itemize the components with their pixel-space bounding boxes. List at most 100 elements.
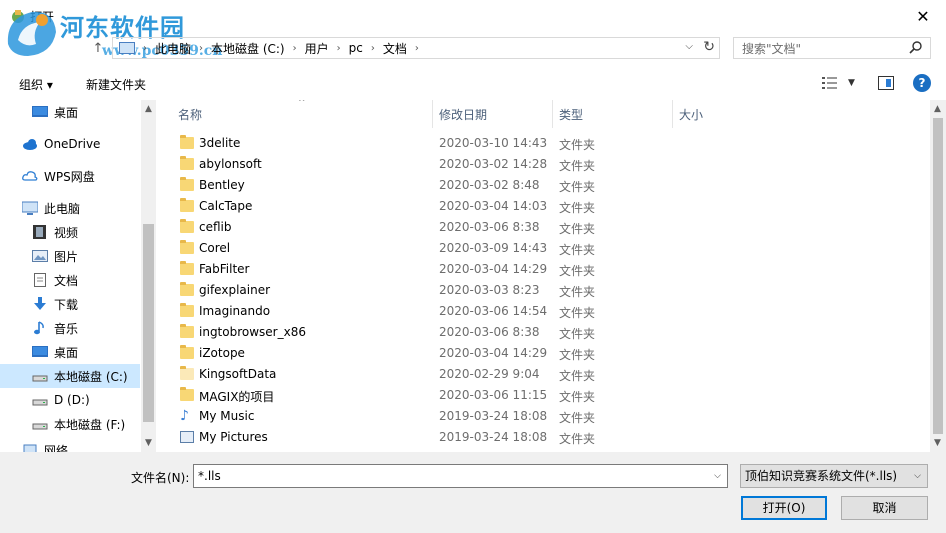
chevron-down-icon[interactable]: ⌵	[685, 41, 693, 52]
file-date: 2020-03-04 14:29	[439, 262, 548, 276]
search-input[interactable]: 搜索"文档"	[733, 37, 931, 59]
folder-icon	[180, 240, 194, 254]
file-list-scrollbar[interactable]: ▲ ▼	[930, 100, 946, 452]
folder-icon	[180, 135, 194, 149]
column-header-date[interactable]: 修改日期	[439, 100, 487, 128]
help-icon[interactable]: ?	[913, 74, 931, 92]
file-row[interactable]: ♪ My Music 2019-03-24 18:08 文件夹	[170, 406, 930, 427]
file-type: 文件夹	[559, 138, 596, 152]
chevron-right-icon[interactable]: ›	[371, 43, 375, 54]
chevron-right-icon[interactable]: ›	[415, 43, 419, 54]
nav-item[interactable]: 桌面	[0, 100, 140, 124]
column-header-name[interactable]: 名称	[178, 100, 202, 128]
nav-item[interactable]: 本地磁盘 (F:)	[0, 412, 140, 436]
file-row[interactable]: abylonsoft 2020-03-02 14:28 文件夹	[170, 154, 930, 175]
file-type: 文件夹	[559, 411, 596, 425]
cancel-button[interactable]: 取消	[841, 496, 928, 520]
nav-item[interactable]: 本地磁盘 (C:)	[0, 364, 140, 388]
chevron-right-icon[interactable]: ›	[293, 43, 297, 54]
nav-item[interactable]: 图片	[0, 244, 140, 268]
file-type: 文件夹	[559, 201, 596, 215]
chevron-down-icon[interactable]: ⌵	[914, 465, 921, 487]
file-type-select[interactable]: 顶伯知识竞赛系统文件(*.lls) ⌵	[740, 464, 928, 488]
scroll-down-icon[interactable]: ▼	[141, 438, 156, 448]
open-button[interactable]: 打开(O)	[741, 496, 827, 520]
scroll-up-icon[interactable]: ▲	[930, 104, 945, 114]
up-button[interactable]: ↑	[86, 38, 110, 58]
column-divider[interactable]	[672, 100, 673, 128]
file-type: 文件夹	[559, 327, 596, 341]
column-divider[interactable]	[432, 100, 433, 128]
breadcrumb-documents[interactable]: 文档	[383, 38, 407, 58]
nav-item-label: 桌面	[54, 345, 79, 360]
pictures-folder-icon	[180, 431, 194, 443]
file-list-scroll-thumb[interactable]	[933, 118, 943, 434]
view-options-icon[interactable]	[822, 76, 838, 90]
nav-item[interactable]: 视频	[0, 220, 140, 244]
file-row[interactable]: FabFilter 2020-03-04 14:29 文件夹	[170, 259, 930, 280]
refresh-icon[interactable]: ↻	[703, 39, 715, 55]
nav-item[interactable]: 文档	[0, 268, 140, 292]
music-folder-icon: ♪	[180, 408, 189, 424]
cloud-icon	[22, 137, 38, 151]
column-header-size[interactable]: 大小	[679, 100, 703, 128]
chevron-down-icon[interactable]: ⌵	[714, 465, 721, 487]
column-divider[interactable]	[552, 100, 553, 128]
file-name: Imaginando	[199, 304, 271, 318]
network-icon	[22, 443, 38, 452]
nav-item[interactable]: 桌面	[0, 340, 140, 364]
nav-item[interactable]: 下载	[0, 292, 140, 316]
file-row[interactable]: My Pictures 2019-03-24 18:08 文件夹	[170, 427, 930, 448]
file-row[interactable]: iZotope 2020-03-04 14:29 文件夹	[170, 343, 930, 364]
file-name: CalcTape	[199, 199, 253, 213]
file-row[interactable]: ingtobrowser_x86 2020-03-06 8:38 文件夹	[170, 322, 930, 343]
file-row[interactable]: MAGIX的项目 2020-03-06 11:15 文件夹	[170, 385, 930, 406]
preview-pane-icon[interactable]	[878, 76, 894, 90]
nav-item[interactable]: 此电脑	[0, 196, 140, 220]
breadcrumb-pc[interactable]: pc	[349, 38, 363, 58]
address-bar[interactable]: › 此电脑 › 本地磁盘 (C:) › 用户 › pc › 文档 › ⌵ ↻	[112, 37, 720, 59]
file-date: 2020-03-06 11:15	[439, 388, 548, 402]
file-row[interactable]: ceflib 2020-03-06 8:38 文件夹	[170, 217, 930, 238]
file-row[interactable]: Corel 2020-03-09 14:43 文件夹	[170, 238, 930, 259]
nav-item-label: 文档	[54, 273, 79, 288]
file-type: 文件夹	[559, 390, 596, 404]
file-row[interactable]: 3delite 2020-03-10 14:43 文件夹	[170, 133, 930, 154]
nav-item[interactable]: WPS网盘	[0, 164, 140, 188]
chevron-down-icon[interactable]: ▼	[848, 78, 855, 88]
file-date: 2019-03-24 18:08	[439, 430, 548, 444]
file-row[interactable]: KingsoftData 2020-02-29 9:04 文件夹	[170, 364, 930, 385]
nav-scroll-thumb[interactable]	[143, 224, 154, 422]
file-name: 3delite	[199, 136, 241, 150]
breadcrumb-users[interactable]: 用户	[305, 38, 329, 58]
new-folder-button[interactable]: 新建文件夹	[86, 76, 146, 93]
file-type: 文件夹	[559, 264, 596, 278]
chevron-right-icon[interactable]: ›	[199, 43, 203, 54]
nav-scrollbar[interactable]: ▲ ▼	[141, 100, 156, 452]
breadcrumb-drive-c[interactable]: 本地磁盘 (C:)	[211, 38, 285, 58]
scroll-up-icon[interactable]: ▲	[141, 104, 156, 114]
column-header-type[interactable]: 类型	[559, 100, 583, 128]
scroll-down-icon[interactable]: ▼	[930, 438, 945, 448]
chevron-right-icon[interactable]: ›	[337, 43, 341, 54]
file-name: abylonsoft	[199, 157, 262, 171]
folder-icon	[180, 324, 194, 338]
breadcrumb-this-pc[interactable]: 此电脑	[155, 38, 191, 58]
close-button[interactable]: ✕	[900, 0, 946, 32]
file-date: 2020-02-29 9:04	[439, 367, 540, 381]
file-row[interactable]: Bentley 2020-03-02 8:48 文件夹	[170, 175, 930, 196]
file-name: FabFilter	[199, 262, 250, 276]
file-row[interactable]: Imaginando 2020-03-06 14:54 文件夹	[170, 301, 930, 322]
filename-input[interactable]: *.lls ⌵	[193, 464, 728, 488]
nav-item-label: 视频	[54, 225, 79, 240]
organize-button[interactable]: 组织 ▾	[19, 76, 53, 93]
nav-item[interactable]: 网络	[0, 438, 140, 452]
nav-item[interactable]: OneDrive	[0, 132, 140, 156]
nav-item[interactable]: D (D:)	[0, 388, 140, 412]
search-icon[interactable]	[908, 40, 924, 56]
file-date: 2019-03-24 18:08	[439, 409, 548, 423]
file-name: My Music	[199, 409, 255, 423]
file-row[interactable]: gifexplainer 2020-03-03 8:23 文件夹	[170, 280, 930, 301]
nav-item[interactable]: 音乐	[0, 316, 140, 340]
file-row[interactable]: CalcTape 2020-03-04 14:03 文件夹	[170, 196, 930, 217]
